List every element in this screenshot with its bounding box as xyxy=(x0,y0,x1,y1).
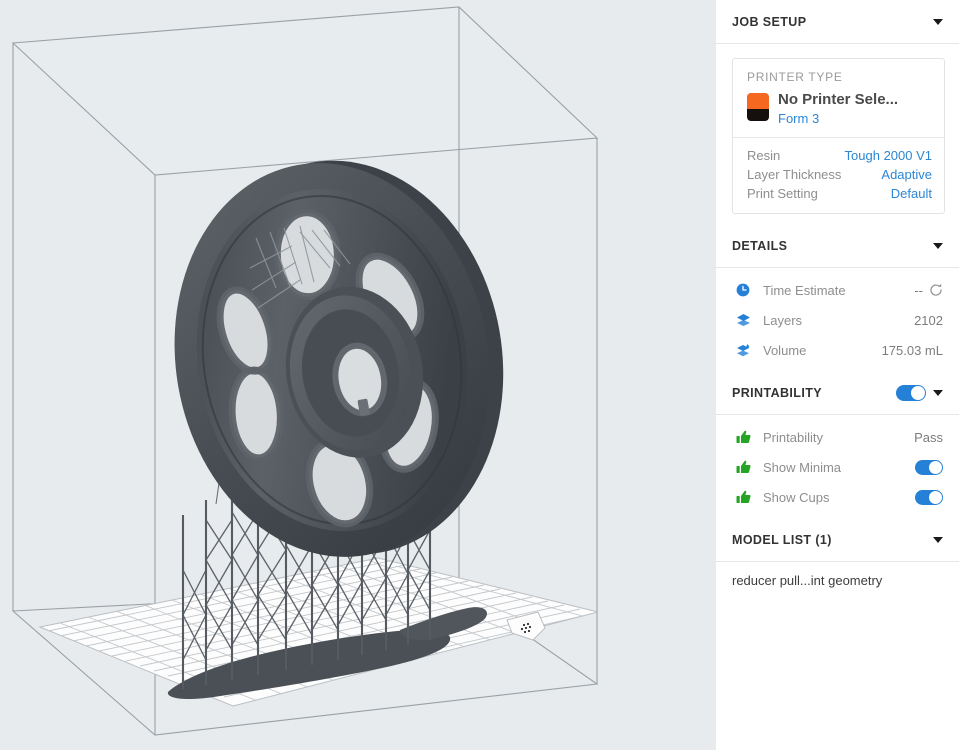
printability-header-controls xyxy=(896,384,943,401)
model-list-title: MODEL LIST (1) xyxy=(732,532,832,547)
details-collapse-caret[interactable] xyxy=(933,242,943,249)
show-cups-row: Show Cups xyxy=(716,482,959,512)
time-estimate-value-group: -- xyxy=(914,283,943,298)
printer-type-label: PRINTER TYPE xyxy=(747,70,843,84)
layers-row: Layers 2102 xyxy=(716,305,959,335)
printer-names: No Printer Sele... Form 3 xyxy=(778,91,898,127)
show-minima-label: Show Minima xyxy=(763,459,842,475)
resin-value[interactable]: Tough 2000 V1 xyxy=(845,148,932,163)
model-geometry xyxy=(174,160,504,557)
thumbs-up-icon xyxy=(736,490,754,504)
volume-icon xyxy=(736,343,754,357)
printer-name: No Printer Sele... xyxy=(778,91,899,108)
toggle-knob xyxy=(929,460,942,474)
thumbs-up-icon xyxy=(736,460,754,474)
printability-header[interactable]: PRINTABILITY xyxy=(716,371,959,415)
time-estimate-row: Time Estimate -- xyxy=(716,275,959,305)
toggle-knob xyxy=(929,490,942,504)
right-sidebar-panel: JOB SETUP PRINTER TYPE No Printer Sele..… xyxy=(716,0,959,750)
layer-thickness-row[interactable]: Layer Thickness Adaptive xyxy=(747,165,932,184)
resin-row[interactable]: Resin Tough 2000 V1 xyxy=(747,146,932,165)
printability-rows: Printability Pass Show Minima Show Cups xyxy=(716,415,959,518)
layer-thickness-value[interactable]: Adaptive xyxy=(881,167,932,182)
3d-build-viewport[interactable]: ▲ ◀ ▶ ▼ xyxy=(0,0,716,750)
printer-model[interactable]: Form 3 xyxy=(778,111,898,127)
build-scene xyxy=(11,6,599,736)
time-estimate-label: Time Estimate xyxy=(763,282,846,298)
model-name: reducer pull...int geometry xyxy=(732,573,883,588)
resin-label: Resin xyxy=(747,148,781,163)
printer-icon xyxy=(747,93,769,121)
printability-collapse-caret[interactable] xyxy=(933,389,943,396)
refresh-icon[interactable] xyxy=(929,283,943,297)
show-minima-toggle[interactable] xyxy=(915,459,943,475)
printability-status-row: Printability Pass xyxy=(716,422,959,452)
job-setup-header[interactable]: JOB SETUP xyxy=(716,0,959,44)
show-minima-row: Show Minima xyxy=(716,452,959,482)
details-header[interactable]: DETAILS xyxy=(716,224,959,268)
show-cups-toggle[interactable] xyxy=(915,489,943,505)
show-cups-label: Show Cups xyxy=(763,489,830,505)
job-setup-title: JOB SETUP xyxy=(732,14,807,29)
printability-master-toggle[interactable] xyxy=(896,384,926,401)
printer-row: No Printer Sele... Form 3 xyxy=(747,91,932,127)
model-list-collapse-caret[interactable] xyxy=(933,536,943,543)
application-window: ▲ ◀ ▶ ▼ xyxy=(0,0,959,750)
thumbs-up-icon xyxy=(736,430,754,444)
toggle-knob xyxy=(911,385,925,400)
volume-row: Volume 175.03 mL xyxy=(716,335,959,365)
build-platform xyxy=(38,557,599,707)
volume-value: 175.03 mL xyxy=(881,342,943,358)
print-setting-value[interactable]: Default xyxy=(891,186,932,201)
job-setup-collapse-caret[interactable] xyxy=(933,18,943,25)
volume-label: Volume xyxy=(763,342,807,358)
printer-type-block[interactable]: PRINTER TYPE No Printer Sele... Form 3 xyxy=(733,59,944,137)
job-settings-list: Resin Tough 2000 V1 Layer Thickness Adap… xyxy=(733,137,944,213)
printability-title: PRINTABILITY xyxy=(732,385,822,400)
model-list-header[interactable]: MODEL LIST (1) xyxy=(716,518,959,562)
clock-icon xyxy=(736,283,754,297)
layers-value: 2102 xyxy=(914,312,943,328)
layers-label: Layers xyxy=(763,312,803,328)
printability-label: Printability xyxy=(763,429,823,445)
details-rows: Time Estimate -- Layers 2102 Volume 175.… xyxy=(716,268,959,371)
printability-value: Pass xyxy=(914,429,943,445)
time-estimate-value: -- xyxy=(914,282,923,298)
print-setting-row[interactable]: Print Setting Default xyxy=(747,184,932,203)
layers-icon xyxy=(736,313,754,327)
details-title: DETAILS xyxy=(732,238,788,253)
job-setup-card: PRINTER TYPE No Printer Sele... Form 3 R… xyxy=(732,58,945,214)
layer-thickness-label: Layer Thickness xyxy=(747,167,842,182)
print-setting-label: Print Setting xyxy=(747,186,818,201)
list-item[interactable]: reducer pull...int geometry xyxy=(716,562,959,588)
